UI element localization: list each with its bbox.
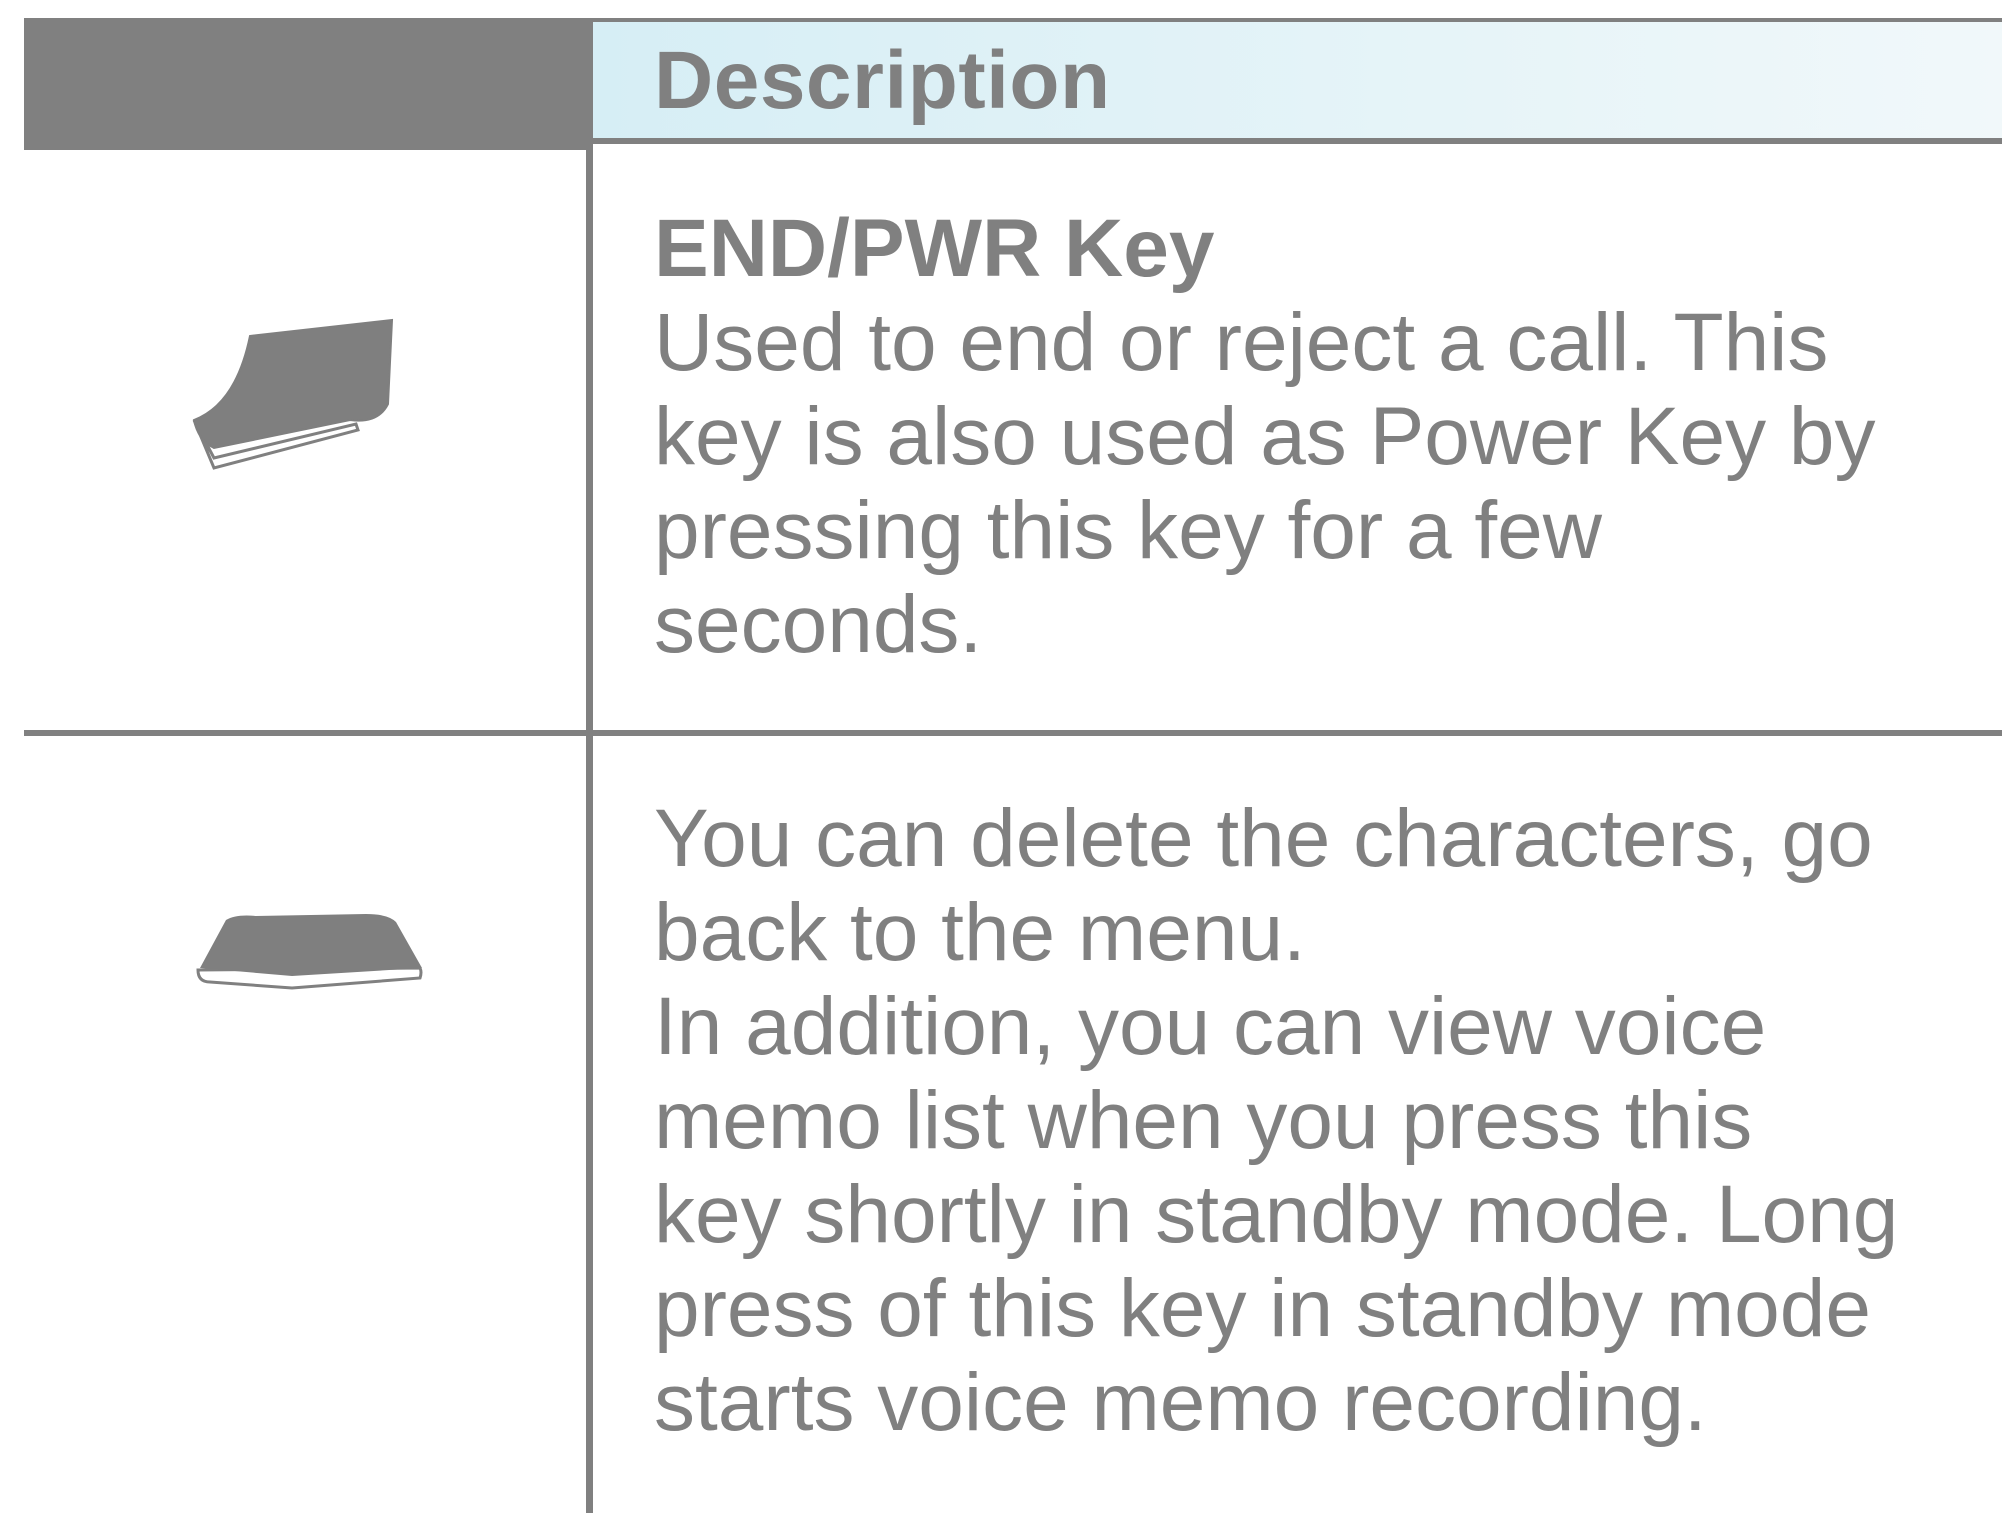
description-line: key shortly in standby mode. Long (654, 1169, 1899, 1260)
end-power-key-title: END/PWR Key (654, 203, 1215, 294)
description-line: memo list when you press this (654, 1075, 1753, 1166)
end-power-key-description: END/PWR Key Used to end or reject a call… (654, 202, 1875, 672)
description-line: press of this key in standby mode (654, 1263, 1871, 1354)
description-line: pressing this key for a few (654, 485, 1602, 576)
description-line: You can delete the characters, go (654, 793, 1873, 884)
description-line: seconds. (654, 579, 983, 670)
description-line: Used to end or reject a call. This (654, 297, 1829, 388)
manual-page: Description END/PWR Key Used to end or r… (0, 0, 2002, 1513)
description-line: key is also used as Power Key by (654, 391, 1876, 482)
clear-key-description: You can delete the characters, go back t… (654, 792, 1898, 1450)
header-key-column (24, 18, 588, 150)
column-divider (586, 18, 593, 1513)
end-power-key-icon (192, 318, 394, 470)
description-line: back to the menu. (654, 887, 1306, 978)
description-line: starts voice memo recording. (654, 1357, 1707, 1448)
description-heading: Description (654, 35, 1111, 126)
row-divider (24, 730, 2002, 736)
clear-key-icon (196, 914, 423, 990)
description-line: In addition, you can view voice (654, 981, 1767, 1072)
